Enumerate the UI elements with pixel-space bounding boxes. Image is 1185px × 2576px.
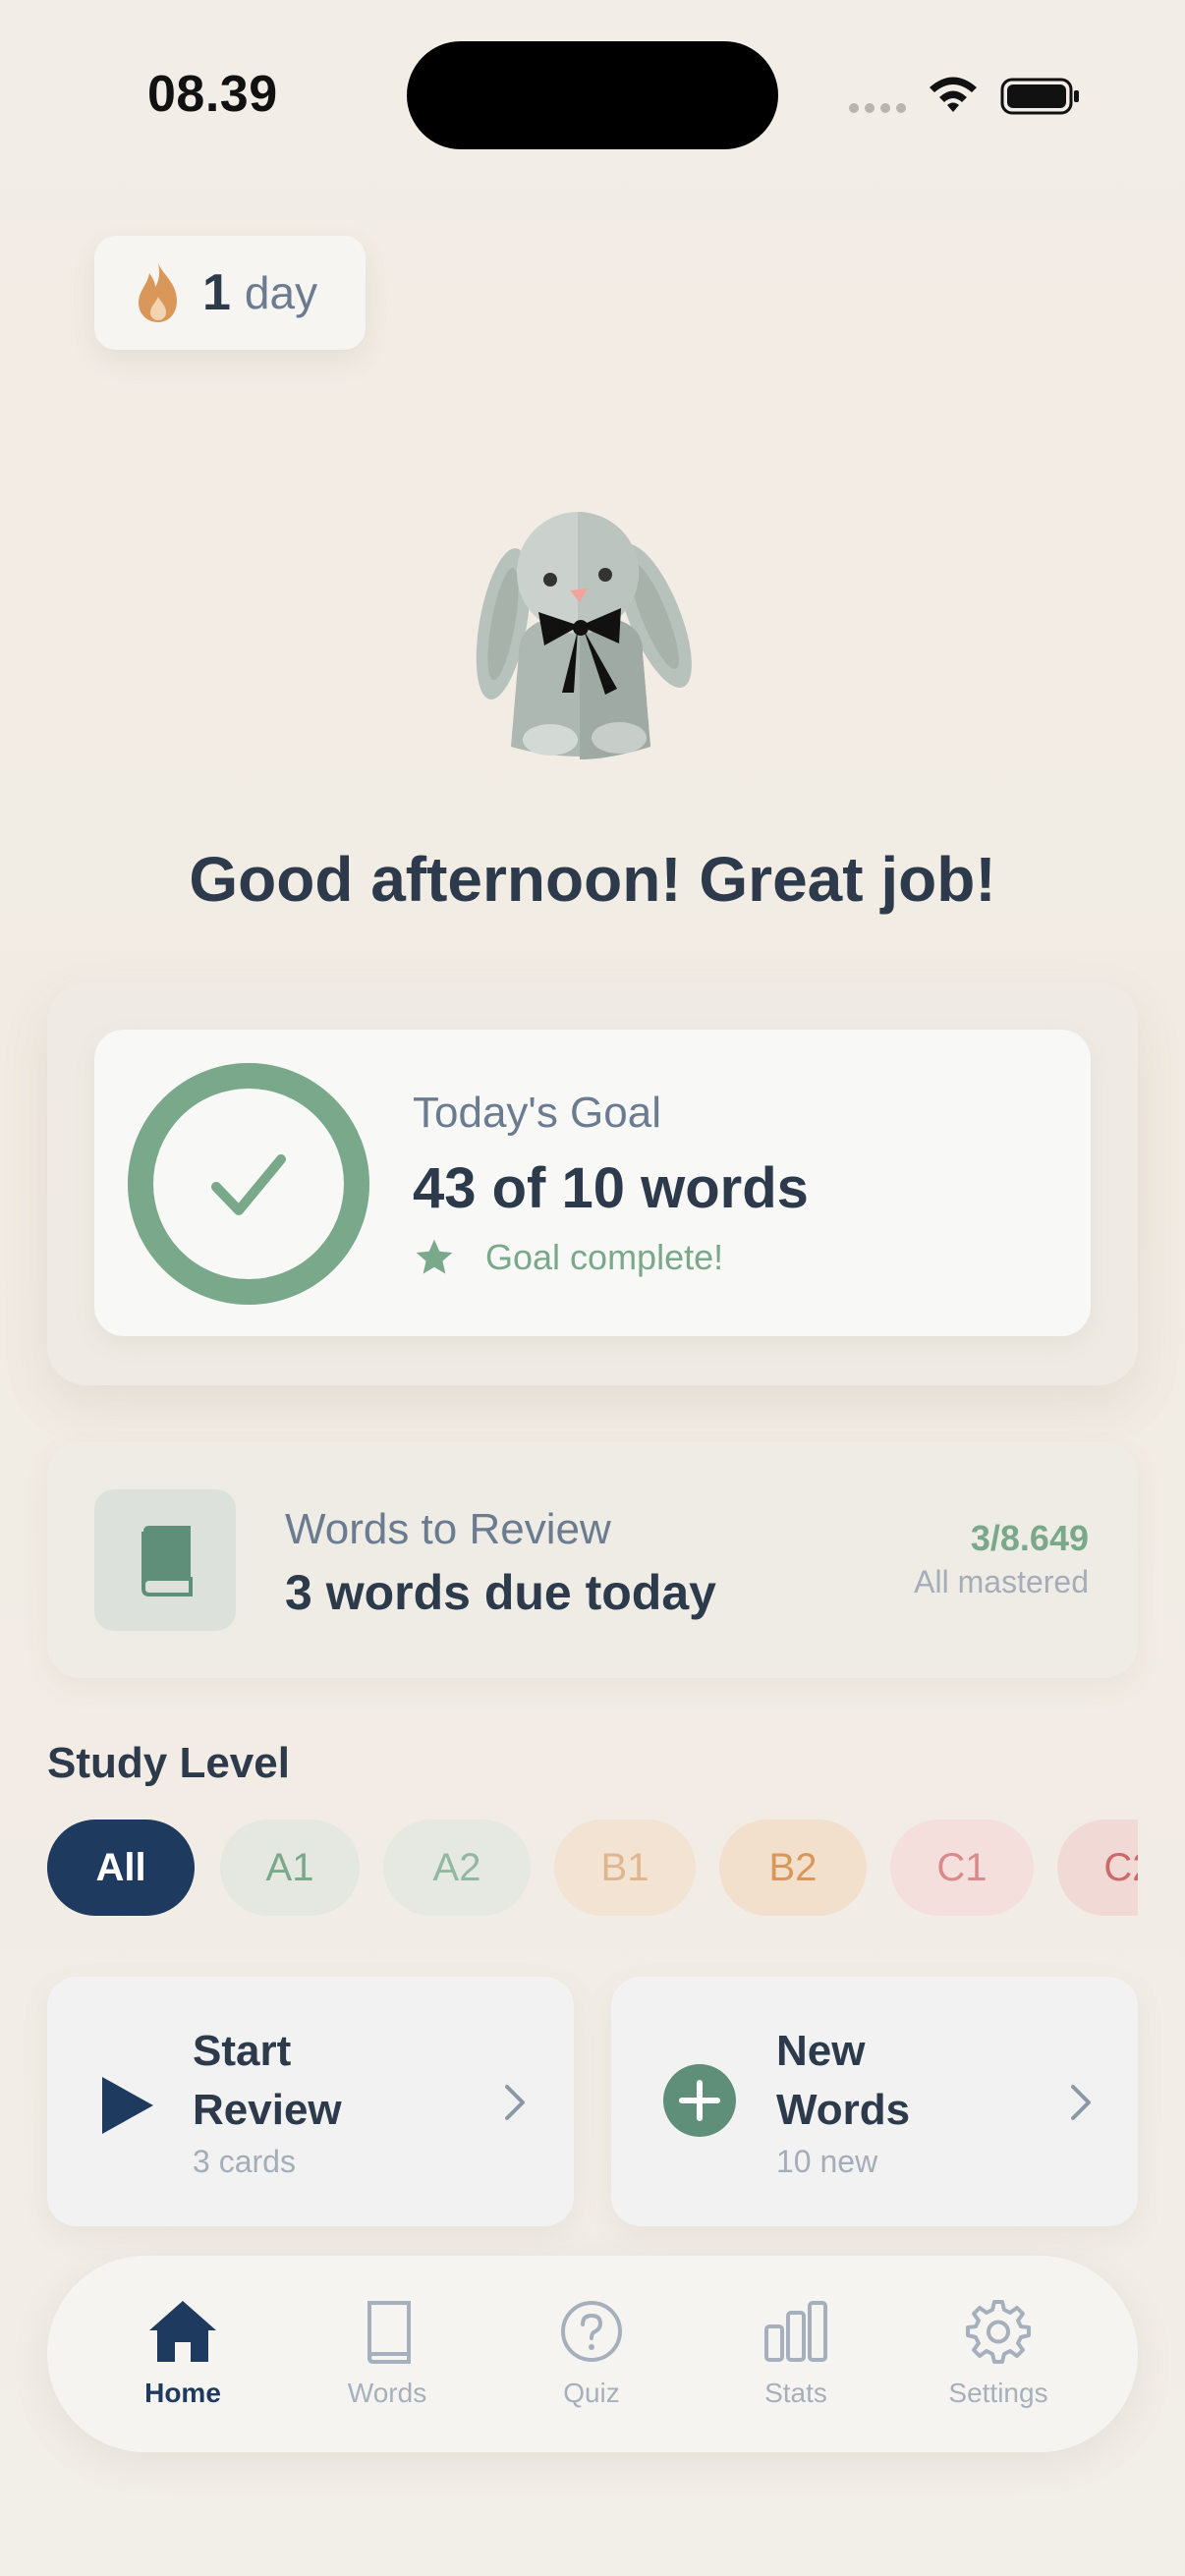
streak-count: 1 xyxy=(202,264,231,321)
level-pill-c2[interactable]: C2 xyxy=(1057,1820,1138,1916)
tab-stats[interactable]: Stats xyxy=(698,2297,894,2409)
tab-label: Home xyxy=(144,2378,221,2408)
home-icon xyxy=(149,2301,216,2362)
tab-label: Words xyxy=(347,2378,427,2408)
start-review-subtitle: 3 cards xyxy=(193,2144,296,2179)
review-mastered-text: All mastered xyxy=(914,1564,1089,1599)
review-icon-container xyxy=(94,1489,236,1631)
checkmark-icon xyxy=(211,1154,286,1215)
dynamic-island xyxy=(407,41,778,149)
star-icon xyxy=(416,1239,453,1274)
tab-home[interactable]: Home xyxy=(85,2297,281,2409)
play-icon xyxy=(102,2077,153,2134)
book-icon xyxy=(367,2301,411,2364)
bar-chart-icon xyxy=(764,2301,827,2362)
flame-icon xyxy=(139,263,177,322)
streak-badge[interactable]: 1 day xyxy=(94,236,366,350)
book-icon xyxy=(141,1526,193,1596)
bunny-mascot-illustration xyxy=(476,512,692,759)
tab-label: Quiz xyxy=(563,2378,620,2408)
chevron-right-icon xyxy=(505,2085,525,2120)
question-icon xyxy=(561,2301,622,2362)
wifi-icon xyxy=(930,77,977,112)
tab-label: Settings xyxy=(948,2378,1048,2408)
review-due-text: 3 words due today xyxy=(285,1565,716,1620)
level-pill-c1[interactable]: C1 xyxy=(890,1820,1034,1916)
cellular-signal-icon xyxy=(849,103,906,113)
status-time: 08.39 xyxy=(147,66,278,123)
level-pill-a2[interactable]: A2 xyxy=(383,1820,531,1916)
study-level-selector: All A1 A2 B1 B2 C1 C2 xyxy=(47,1820,1138,1918)
streak-unit: day xyxy=(244,267,318,318)
review-count: 3/8.649 xyxy=(970,1518,1089,1558)
level-pill-b2[interactable]: B2 xyxy=(719,1820,867,1916)
tab-label: Stats xyxy=(764,2378,827,2408)
goal-value: 43 of 10 words xyxy=(413,1156,809,1220)
level-pill-all[interactable]: All xyxy=(47,1820,195,1916)
level-pill-a1[interactable]: A1 xyxy=(220,1820,360,1916)
gear-icon xyxy=(966,2300,1031,2364)
start-review-title-line1: Start xyxy=(193,2027,292,2075)
study-level-title: Study Level xyxy=(47,1739,290,1787)
new-words-title-line2: Words xyxy=(776,2086,911,2134)
goal-progress-ring xyxy=(128,1063,369,1305)
plus-circle-icon xyxy=(663,2064,736,2137)
start-review-title-line2: Review xyxy=(193,2086,342,2134)
level-pill-b1[interactable]: B1 xyxy=(554,1820,696,1916)
battery-icon xyxy=(1000,78,1079,115)
new-words-title-line1: New xyxy=(776,2027,866,2075)
tab-words[interactable]: Words xyxy=(289,2297,485,2409)
start-review-button[interactable]: Start Review 3 cards xyxy=(47,1977,574,2226)
new-words-subtitle: 10 new xyxy=(776,2144,878,2179)
greeting-heading: Good afternoon! Great job! xyxy=(189,844,996,915)
chevron-right-icon xyxy=(1071,2085,1091,2120)
tab-settings[interactable]: Settings xyxy=(900,2297,1097,2409)
goal-label: Today's Goal xyxy=(413,1089,661,1137)
tab-quiz[interactable]: Quiz xyxy=(493,2297,690,2409)
review-label: Words to Review xyxy=(285,1505,611,1553)
goal-status-text: Goal complete! xyxy=(485,1237,724,1277)
new-words-button[interactable]: New Words 10 new xyxy=(611,1977,1138,2226)
goal-status: Goal complete! xyxy=(413,1236,723,1279)
